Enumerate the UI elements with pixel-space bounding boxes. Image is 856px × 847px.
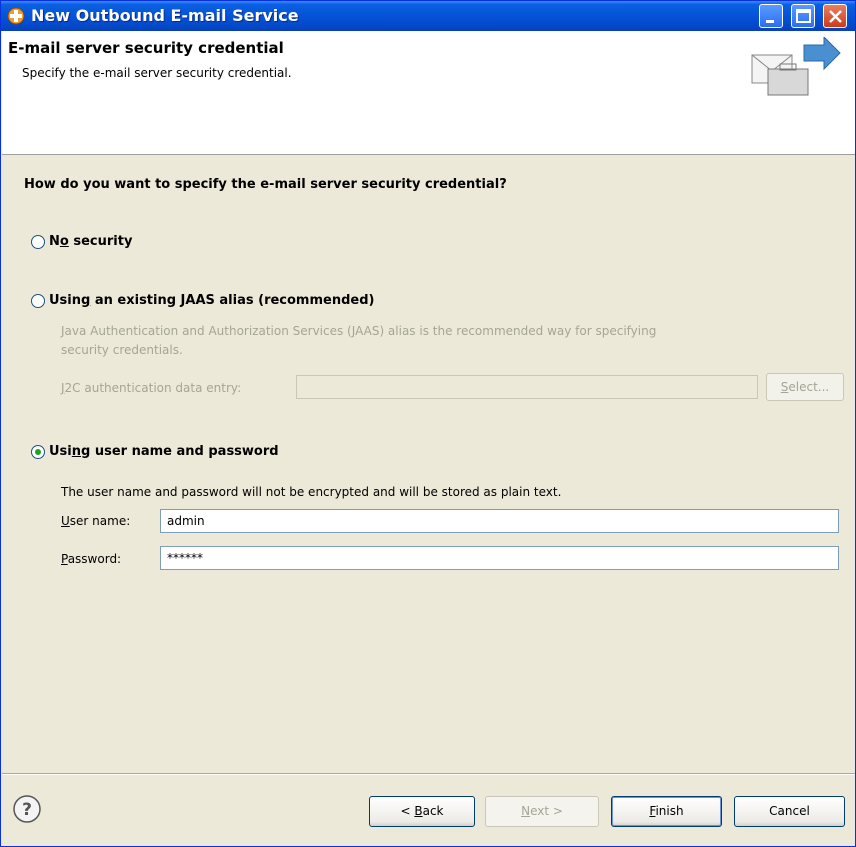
no-security-label[interactable]: No security <box>49 234 132 249</box>
cancel-button[interactable]: Cancel <box>734 796 845 827</box>
email-outbound-graphic <box>751 37 841 96</box>
footer-separator <box>2 773 855 775</box>
j2c-auth-label: J2C authentication data entry: <box>61 381 242 395</box>
finish-button[interactable]: Finish <box>611 796 722 827</box>
user-password-label[interactable]: Using user name and password <box>49 444 279 459</box>
select-button[interactable]: Select... <box>766 373 844 401</box>
minimize-button[interactable] <box>759 4 783 28</box>
user-password-option[interactable]: Using user name and password <box>31 444 279 459</box>
page-description: Specify the e-mail server security crede… <box>22 66 292 80</box>
credential-question: How do you want to specify the e-mail se… <box>24 177 507 192</box>
jaas-description-line2: security credentials. <box>61 343 183 357</box>
back-button[interactable]: < Back <box>369 796 475 827</box>
plain-text-warning: The user name and password will not be e… <box>61 485 562 499</box>
window-title: New Outbound E-mail Service <box>31 6 299 25</box>
password-field[interactable] <box>160 546 839 570</box>
password-label: Password: <box>61 552 122 566</box>
j2c-auth-field[interactable] <box>296 375 758 399</box>
svg-text:?: ? <box>22 800 32 820</box>
username-label: User name: <box>61 514 131 528</box>
close-icon <box>829 10 842 23</box>
jaas-description-line1: Java Authentication and Authorization Se… <box>61 324 657 338</box>
jaas-alias-radio[interactable] <box>31 293 45 308</box>
jaas-alias-option[interactable]: Using an existing JAAS alias (recommende… <box>31 293 374 308</box>
eclipse-plug-icon <box>7 7 25 25</box>
wizard-banner: E-mail server security credential Specif… <box>2 31 855 155</box>
minimize-icon <box>766 20 774 23</box>
wizard-window: New Outbound E-mail Service E-mail serve… <box>0 0 856 847</box>
no-security-option[interactable]: No security <box>31 234 132 249</box>
title-bar[interactable]: New Outbound E-mail Service <box>1 1 855 31</box>
maximize-icon <box>796 9 811 23</box>
next-button[interactable]: Next > <box>485 796 599 827</box>
jaas-alias-label[interactable]: Using an existing JAAS alias (recommende… <box>49 293 374 308</box>
close-button[interactable] <box>823 4 847 28</box>
user-password-radio[interactable] <box>31 444 45 459</box>
page-title: E-mail server security credential <box>8 39 284 57</box>
help-icon[interactable]: ? <box>12 794 42 824</box>
maximize-button[interactable] <box>791 4 815 28</box>
no-security-radio[interactable] <box>31 234 45 249</box>
username-field[interactable] <box>160 509 839 533</box>
